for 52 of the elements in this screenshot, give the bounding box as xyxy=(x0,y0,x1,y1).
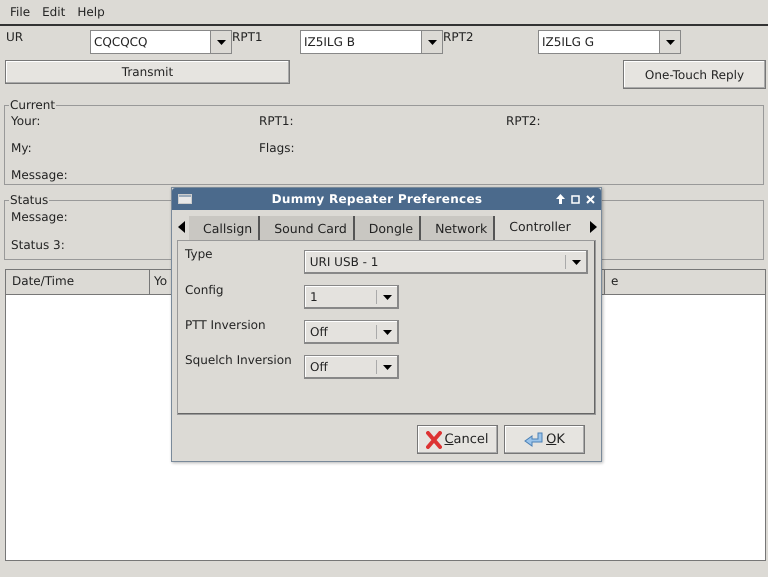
reply-button[interactable]: One-Touch Reply xyxy=(623,60,766,89)
transmit-button[interactable]: Transmit xyxy=(5,60,290,84)
field-label: RPT1 xyxy=(232,30,264,44)
close-icon[interactable] xyxy=(586,194,595,204)
scroll-right-icon[interactable] xyxy=(590,221,597,233)
dropdown-icon xyxy=(666,40,674,44)
column-header[interactable]: e xyxy=(605,270,765,294)
field-label: UR xyxy=(6,30,24,44)
column-header[interactable]: Date/Time xyxy=(6,270,150,294)
option-combo[interactable]: URI USB - 1 xyxy=(304,250,588,274)
dropdown-icon xyxy=(383,330,392,334)
scroll-left-icon[interactable] xyxy=(178,221,185,233)
field-label: RPT2 xyxy=(443,30,475,44)
callsign-combo[interactable]: CQCQCQ xyxy=(90,30,232,54)
dialog-button[interactable]: OK xyxy=(504,425,585,454)
option-combo[interactable]: Off xyxy=(304,320,399,344)
field-label: RPT1: xyxy=(259,114,295,128)
menu-item[interactable]: Help xyxy=(77,5,105,19)
option-combo[interactable]: Off xyxy=(304,355,399,379)
field-label: Config xyxy=(185,283,225,297)
field-label: RPT2: xyxy=(506,114,542,128)
callsign-combo[interactable]: IZ5ILG G xyxy=(538,30,681,54)
dropdown-icon xyxy=(572,260,581,264)
callsign-combo[interactable]: IZ5ILG B xyxy=(300,30,443,54)
option-combo[interactable]: 1 xyxy=(304,285,399,309)
field-label: Message: xyxy=(11,168,69,182)
group-title: Current xyxy=(9,98,56,112)
window-icon xyxy=(178,194,192,204)
field-label: Squelch Inversion xyxy=(185,353,293,367)
field-label: Type xyxy=(185,247,214,261)
field-label: Flags: xyxy=(259,141,296,155)
dropdown-icon xyxy=(216,40,226,44)
field-label: My: xyxy=(11,141,33,155)
dropdown-icon xyxy=(383,364,392,370)
menu-item[interactable]: File xyxy=(10,5,30,19)
menu-item[interactable]: Edit xyxy=(42,5,66,19)
tab[interactable]: Callsign xyxy=(189,216,260,240)
maximize-icon[interactable] xyxy=(571,194,580,204)
tab[interactable]: Dongle xyxy=(354,216,422,240)
field-label: Status 3: xyxy=(11,238,66,252)
group-title: Status xyxy=(9,193,50,207)
field-label: PTT Inversion xyxy=(185,318,267,332)
field-label: Message: xyxy=(11,210,69,224)
field-label: Your: xyxy=(11,114,42,128)
cancel-icon xyxy=(426,430,442,448)
enter-arrow-icon xyxy=(524,432,544,448)
up-arrow-icon[interactable] xyxy=(556,194,565,204)
tab[interactable]: Network xyxy=(421,216,496,240)
tab[interactable]: Sound Card xyxy=(260,216,355,240)
dialog-button[interactable]: Cancel xyxy=(417,425,498,454)
dropdown-icon xyxy=(428,40,436,44)
dialog-title: Dummy Repeater Preferences xyxy=(270,192,484,206)
